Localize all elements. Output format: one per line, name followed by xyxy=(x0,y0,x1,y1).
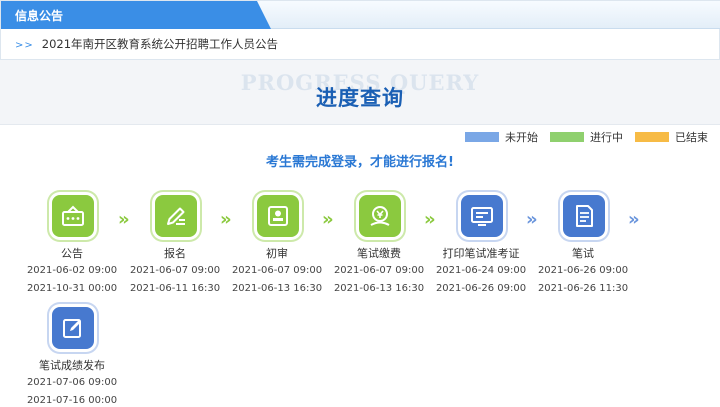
legend-label-in-progress: 进行中 xyxy=(590,131,623,144)
notice-header: 信息公告 xyxy=(1,1,720,29)
step-icon-box[interactable] xyxy=(52,195,94,237)
notice-link-text: 2021年南开区教育系统公开招聘工作人员公告 xyxy=(41,37,279,51)
step-start-date: 2021-06-24 09:00 xyxy=(435,265,527,276)
notice-panel: 信息公告 >> 2021年南开区教育系统公开招聘工作人员公告 xyxy=(0,0,720,60)
step-label: 公告 xyxy=(61,247,83,260)
notice-title: 信息公告 xyxy=(15,9,64,23)
legend-item-in-progress: 进行中 xyxy=(550,129,623,145)
page-title: 进度查询 xyxy=(316,86,404,110)
step-label: 笔试成绩发布 xyxy=(39,359,105,372)
exam-paper-icon xyxy=(576,205,593,227)
step-end-date: 2021-06-13 16:30 xyxy=(333,283,425,294)
step-end-date: 2021-06-13 16:30 xyxy=(231,283,323,294)
step-end-date: 2021-07-16 00:00 xyxy=(26,395,118,406)
step-icon-box[interactable] xyxy=(155,195,197,237)
step-end-date: 2021-06-26 11:30 xyxy=(537,283,629,294)
step-arrow-icon: » xyxy=(628,209,640,230)
notice-arrow-icon: >> xyxy=(15,40,34,51)
status-legend: 未开始 进行中 已结束 xyxy=(453,129,708,145)
step-icon-box[interactable] xyxy=(52,307,94,349)
legend-label-finished: 已结束 xyxy=(675,131,708,144)
step-start-date: 2021-06-07 09:00 xyxy=(333,265,425,276)
step-label: 打印笔试准考证 xyxy=(442,247,520,260)
step-arrow-icon: » xyxy=(118,209,130,230)
signup-pen-icon xyxy=(167,207,185,225)
step-end-date: 2021-06-11 16:30 xyxy=(129,283,221,294)
step-label: 初审 xyxy=(266,247,288,260)
step-start-date: 2021-06-02 09:00 xyxy=(26,265,118,276)
score-edit-icon xyxy=(63,319,81,338)
step-label: 报名 xyxy=(164,247,186,260)
step-end-date: 2021-06-26 09:00 xyxy=(435,283,527,294)
step-icon-box[interactable] xyxy=(257,195,299,237)
step-label: 笔试 xyxy=(572,247,594,260)
step-start-date: 2021-06-26 09:00 xyxy=(537,265,629,276)
step-arrow-icon: » xyxy=(220,209,232,230)
payment-icon xyxy=(370,206,390,226)
step-arrow-icon: » xyxy=(322,209,334,230)
announcement-icon xyxy=(62,205,84,226)
admission-ticket-icon xyxy=(471,207,493,226)
step-icon-box[interactable] xyxy=(563,195,605,237)
progress-panel: 未开始 进行中 已结束 考生需完成登录，才能进行报名! 公告 2021-06-0… xyxy=(0,124,720,407)
step-start-date: 2021-06-07 09:00 xyxy=(129,265,221,276)
step-start-date: 2021-07-06 09:00 xyxy=(26,377,118,388)
step-end-date: 2021-10-31 00:00 xyxy=(26,283,118,294)
step-start-date: 2021-06-07 09:00 xyxy=(231,265,323,276)
legend-item-finished: 已结束 xyxy=(635,129,708,145)
legend-item-not-started: 未开始 xyxy=(465,129,538,145)
step-icon-box[interactable] xyxy=(359,195,401,237)
step-label: 笔试缴费 xyxy=(357,247,401,260)
login-hint: 考生需完成登录，才能进行报名! xyxy=(266,155,454,170)
step-icon-box[interactable] xyxy=(461,195,503,237)
step-arrow-icon: » xyxy=(424,209,436,230)
review-stamp-icon xyxy=(268,206,288,226)
legend-swatch-finished xyxy=(635,132,669,142)
notice-link[interactable]: >> 2021年南开区教育系统公开招聘工作人员公告 xyxy=(15,36,278,52)
legend-swatch-not-started xyxy=(465,132,499,142)
step-arrow-icon: » xyxy=(526,209,538,230)
legend-swatch-in-progress xyxy=(550,132,584,142)
legend-label-not-started: 未开始 xyxy=(505,131,538,144)
